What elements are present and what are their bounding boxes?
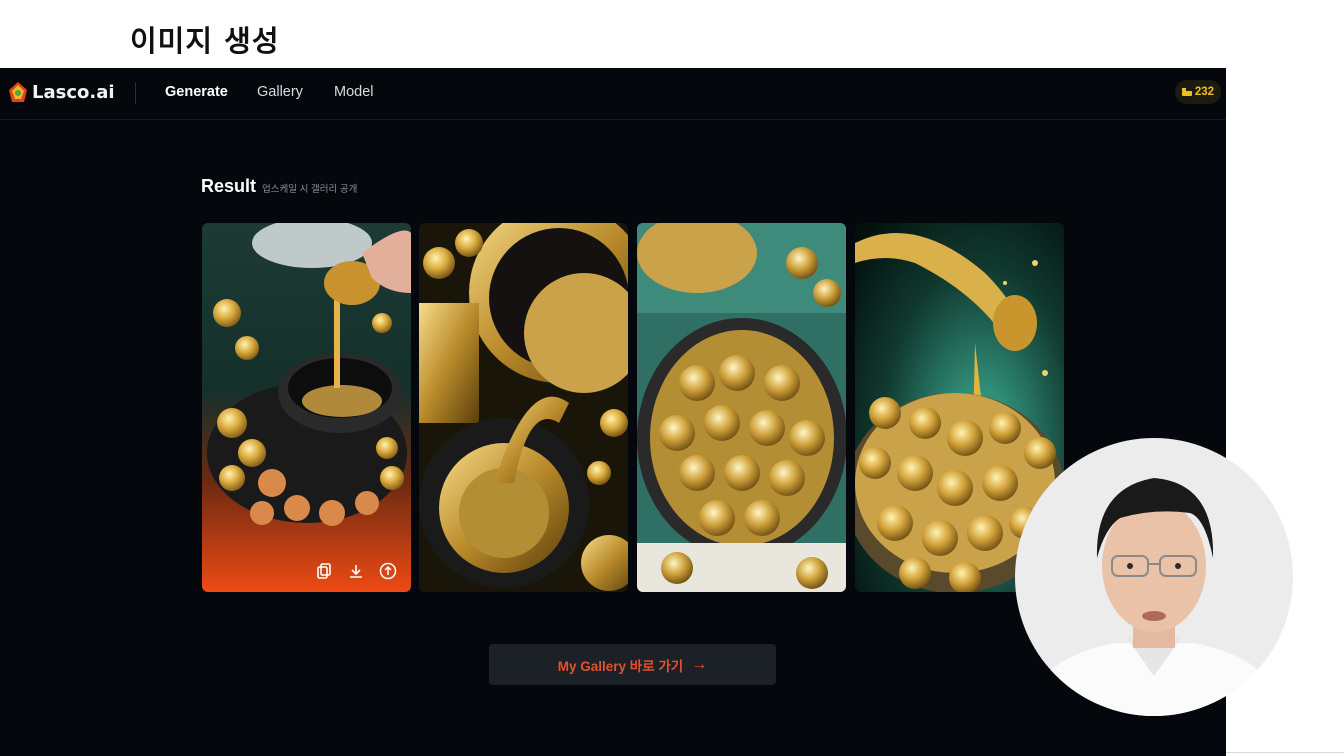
- brand-name: Lasco.ai: [32, 81, 115, 103]
- nav-gallery[interactable]: Gallery: [257, 84, 303, 100]
- result-subtitle: 업스케일 시 갤러리 공개: [262, 184, 358, 195]
- generated-image-2: [419, 223, 628, 592]
- result-image-1[interactable]: [202, 223, 411, 592]
- my-gallery-button[interactable]: My Gallery 바로 가기 →: [489, 644, 776, 685]
- credit-badge[interactable]: 232: [1174, 80, 1221, 104]
- nav-generate[interactable]: Generate: [165, 84, 228, 100]
- copy-icon[interactable]: [313, 560, 335, 582]
- result-header: Result 업스케일 시 갤러리 공개: [201, 176, 357, 197]
- credit-icon: [1181, 88, 1192, 96]
- nav-model[interactable]: Model: [334, 84, 374, 100]
- result-image-3[interactable]: [637, 223, 846, 592]
- credit-count: 232: [1194, 86, 1214, 98]
- result-title: Result: [201, 176, 257, 196]
- divider-line: [1226, 752, 1344, 753]
- image-actions: [313, 560, 399, 582]
- top-navbar: Lasco.ai Generate Gallery Model 232: [0, 68, 1226, 120]
- presenter-video: [1015, 438, 1293, 716]
- brand-logo[interactable]: Lasco.ai: [8, 81, 115, 103]
- generated-image-1: [202, 223, 411, 592]
- lasco-logo-icon: [9, 82, 27, 102]
- result-image-2[interactable]: [419, 223, 628, 592]
- slide-title: 이미지 생성: [130, 24, 280, 58]
- nav-divider: [135, 82, 136, 104]
- presenter-webcam: [1015, 438, 1293, 716]
- my-gallery-label: My Gallery 바로 가기: [557, 658, 684, 674]
- upscale-icon[interactable]: [377, 560, 399, 582]
- download-icon[interactable]: [345, 560, 367, 582]
- generated-image-3: [637, 223, 846, 592]
- arrow-right-icon: →: [691, 655, 708, 673]
